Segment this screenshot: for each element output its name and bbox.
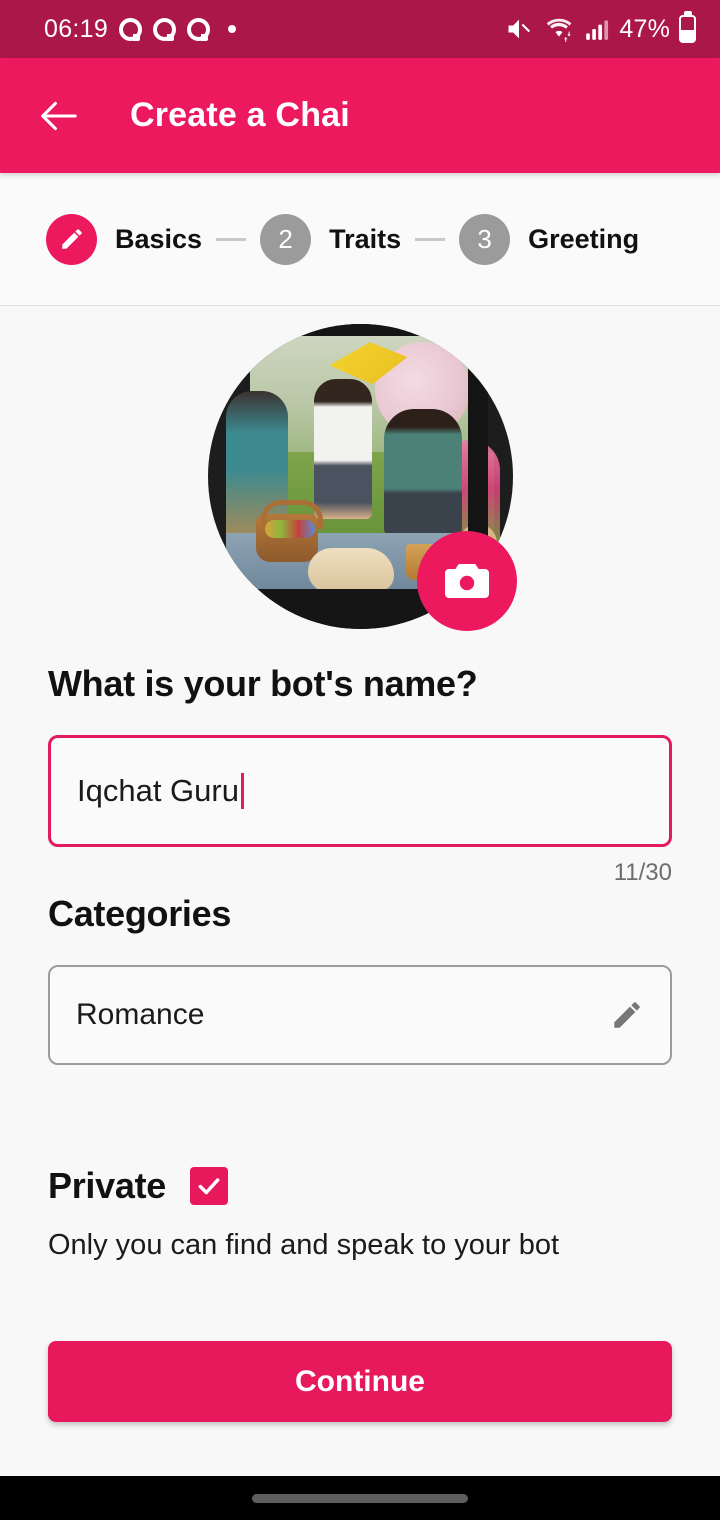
back-button[interactable] [36,93,82,139]
system-navigation-bar [0,1476,720,1520]
app-bar: Create a Chai [0,58,720,173]
step-basics[interactable]: Basics [46,213,203,265]
form-content: What is your bot's name? Iqchat Guru 11/… [0,663,720,1422]
page-title: Create a Chai [130,96,350,134]
status-bar: 06:19 47% [0,0,720,58]
status-clock: 06:19 [44,14,109,43]
battery-icon [679,15,696,43]
category-value: Romance [76,998,205,1031]
category-select[interactable]: Romance [48,965,672,1065]
step-greeting-marker: 3 [459,213,511,265]
bot-name-question: What is your bot's name? [48,663,478,704]
battery-percent-label: 47% [619,14,670,43]
step-divider [216,237,247,241]
change-photo-button[interactable] [416,531,517,631]
step-basics-label: Basics [115,223,203,254]
create-stepper: Basics 2 Traits 3 Greeting [0,173,720,306]
checkmark-icon [198,1178,220,1195]
step-divider [415,237,446,241]
pencil-edit-icon[interactable] [610,998,644,1032]
status-bar-left: 06:19 [44,14,237,44]
step-traits-marker: 2 [260,213,312,265]
volume-mute-icon [508,19,531,39]
bot-name-value: Iqchat Guru [77,773,239,808]
avatar-section [207,324,517,631]
private-row: Private [48,1165,672,1207]
continue-button[interactable]: Continue [48,1341,672,1422]
wifi-data-icon [547,18,572,42]
cellular-signal-icon [586,20,609,40]
bot-name-input[interactable]: Iqchat Guru [48,735,672,847]
step-basics-marker [46,213,97,265]
camera-icon [444,564,489,598]
app-screen: 06:19 47% Create a Chai Basics 2 Traits … [0,0,720,1520]
continue-label: Continue [295,1364,425,1398]
pencil-icon [61,229,82,249]
step-greeting[interactable]: 3 Greeting [459,213,640,265]
private-label: Private [48,1165,166,1206]
private-description: Only you can find and speak to your bot [48,1229,560,1261]
chat-bubble-icon [187,17,211,41]
text-caret [240,773,244,809]
chat-bubble-icon [119,17,143,41]
arrow-left-icon [41,101,77,130]
step-traits[interactable]: 2 Traits [260,213,402,265]
more-dot-icon [228,25,237,33]
bot-name-counter: 11/30 [613,859,672,886]
step-traits-label: Traits [329,223,402,254]
step-greeting-label: Greeting [528,223,640,254]
chat-bubble-icon [153,17,177,41]
status-bar-right: 47% [504,15,696,44]
categories-title: Categories [48,893,232,934]
private-checkbox[interactable] [189,1167,228,1205]
gesture-pill-handle[interactable] [252,1493,468,1503]
